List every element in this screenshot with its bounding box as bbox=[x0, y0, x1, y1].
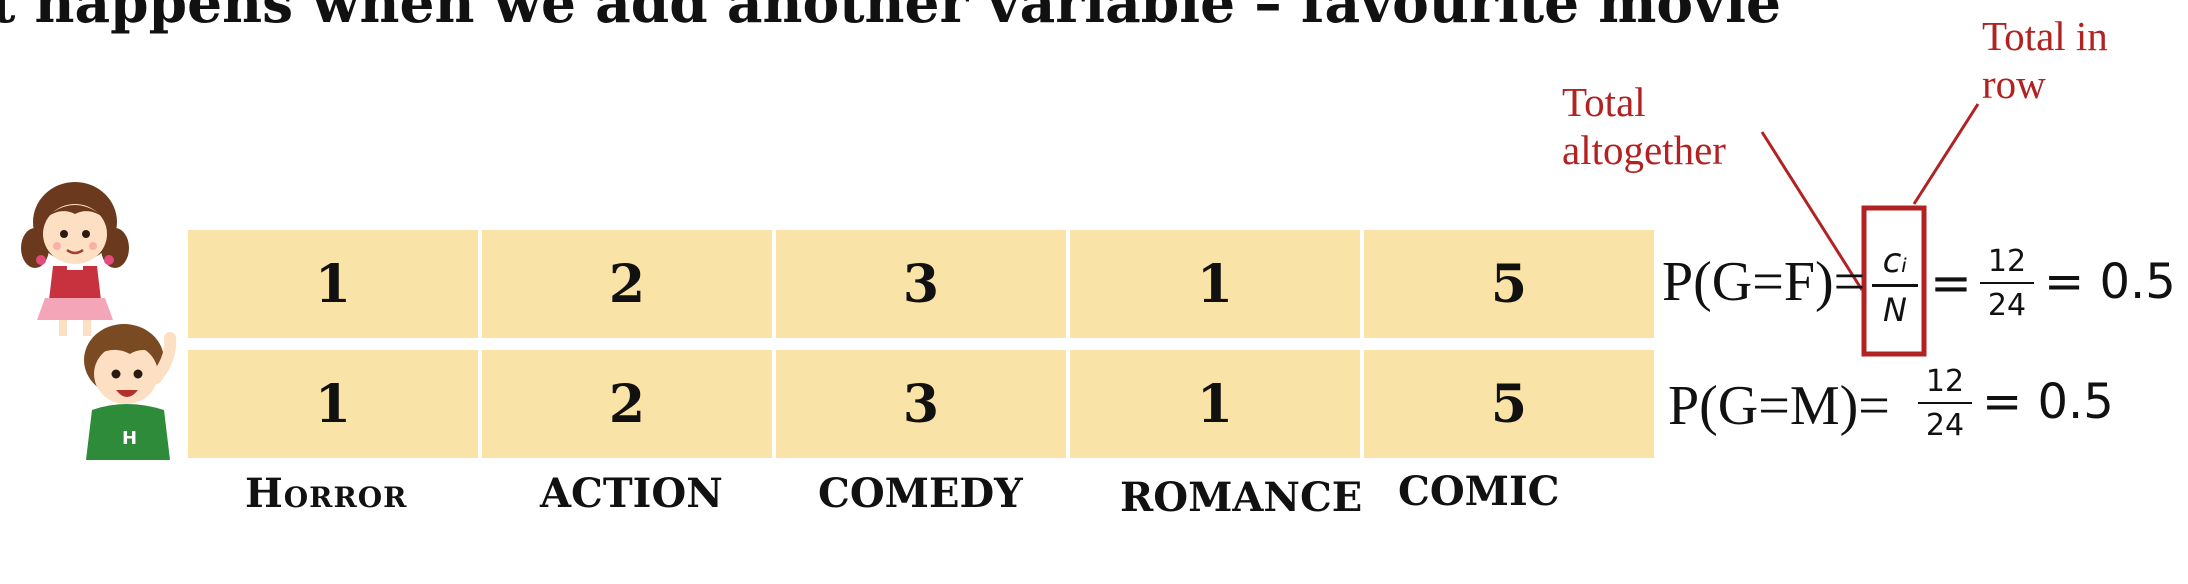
fraction-denominator: N bbox=[1883, 291, 1907, 329]
fraction-denominator: 24 bbox=[1987, 288, 2027, 323]
fraction-numerator: 12 bbox=[1925, 364, 1965, 399]
formula-female-result: = 0.5 bbox=[2044, 254, 2176, 310]
formula-female-lhs: P(G=F)= bbox=[1662, 251, 1866, 313]
formula-female-fraction: 12 24 bbox=[1980, 242, 2034, 328]
fraction-numerator: 12 bbox=[1987, 244, 2027, 279]
formula-male-fraction: 12 24 bbox=[1918, 362, 1972, 448]
formula-female-symbolic-fraction: cᵢ N bbox=[1866, 238, 1924, 333]
fraction-denominator: 24 bbox=[1925, 408, 1965, 443]
equals-sign: = bbox=[1930, 254, 1972, 312]
fraction-numerator: cᵢ bbox=[1882, 241, 1908, 281]
formula-male-lhs: P(G=M)= bbox=[1668, 375, 1890, 437]
formula-male-result: = 0.5 bbox=[1982, 374, 2114, 430]
